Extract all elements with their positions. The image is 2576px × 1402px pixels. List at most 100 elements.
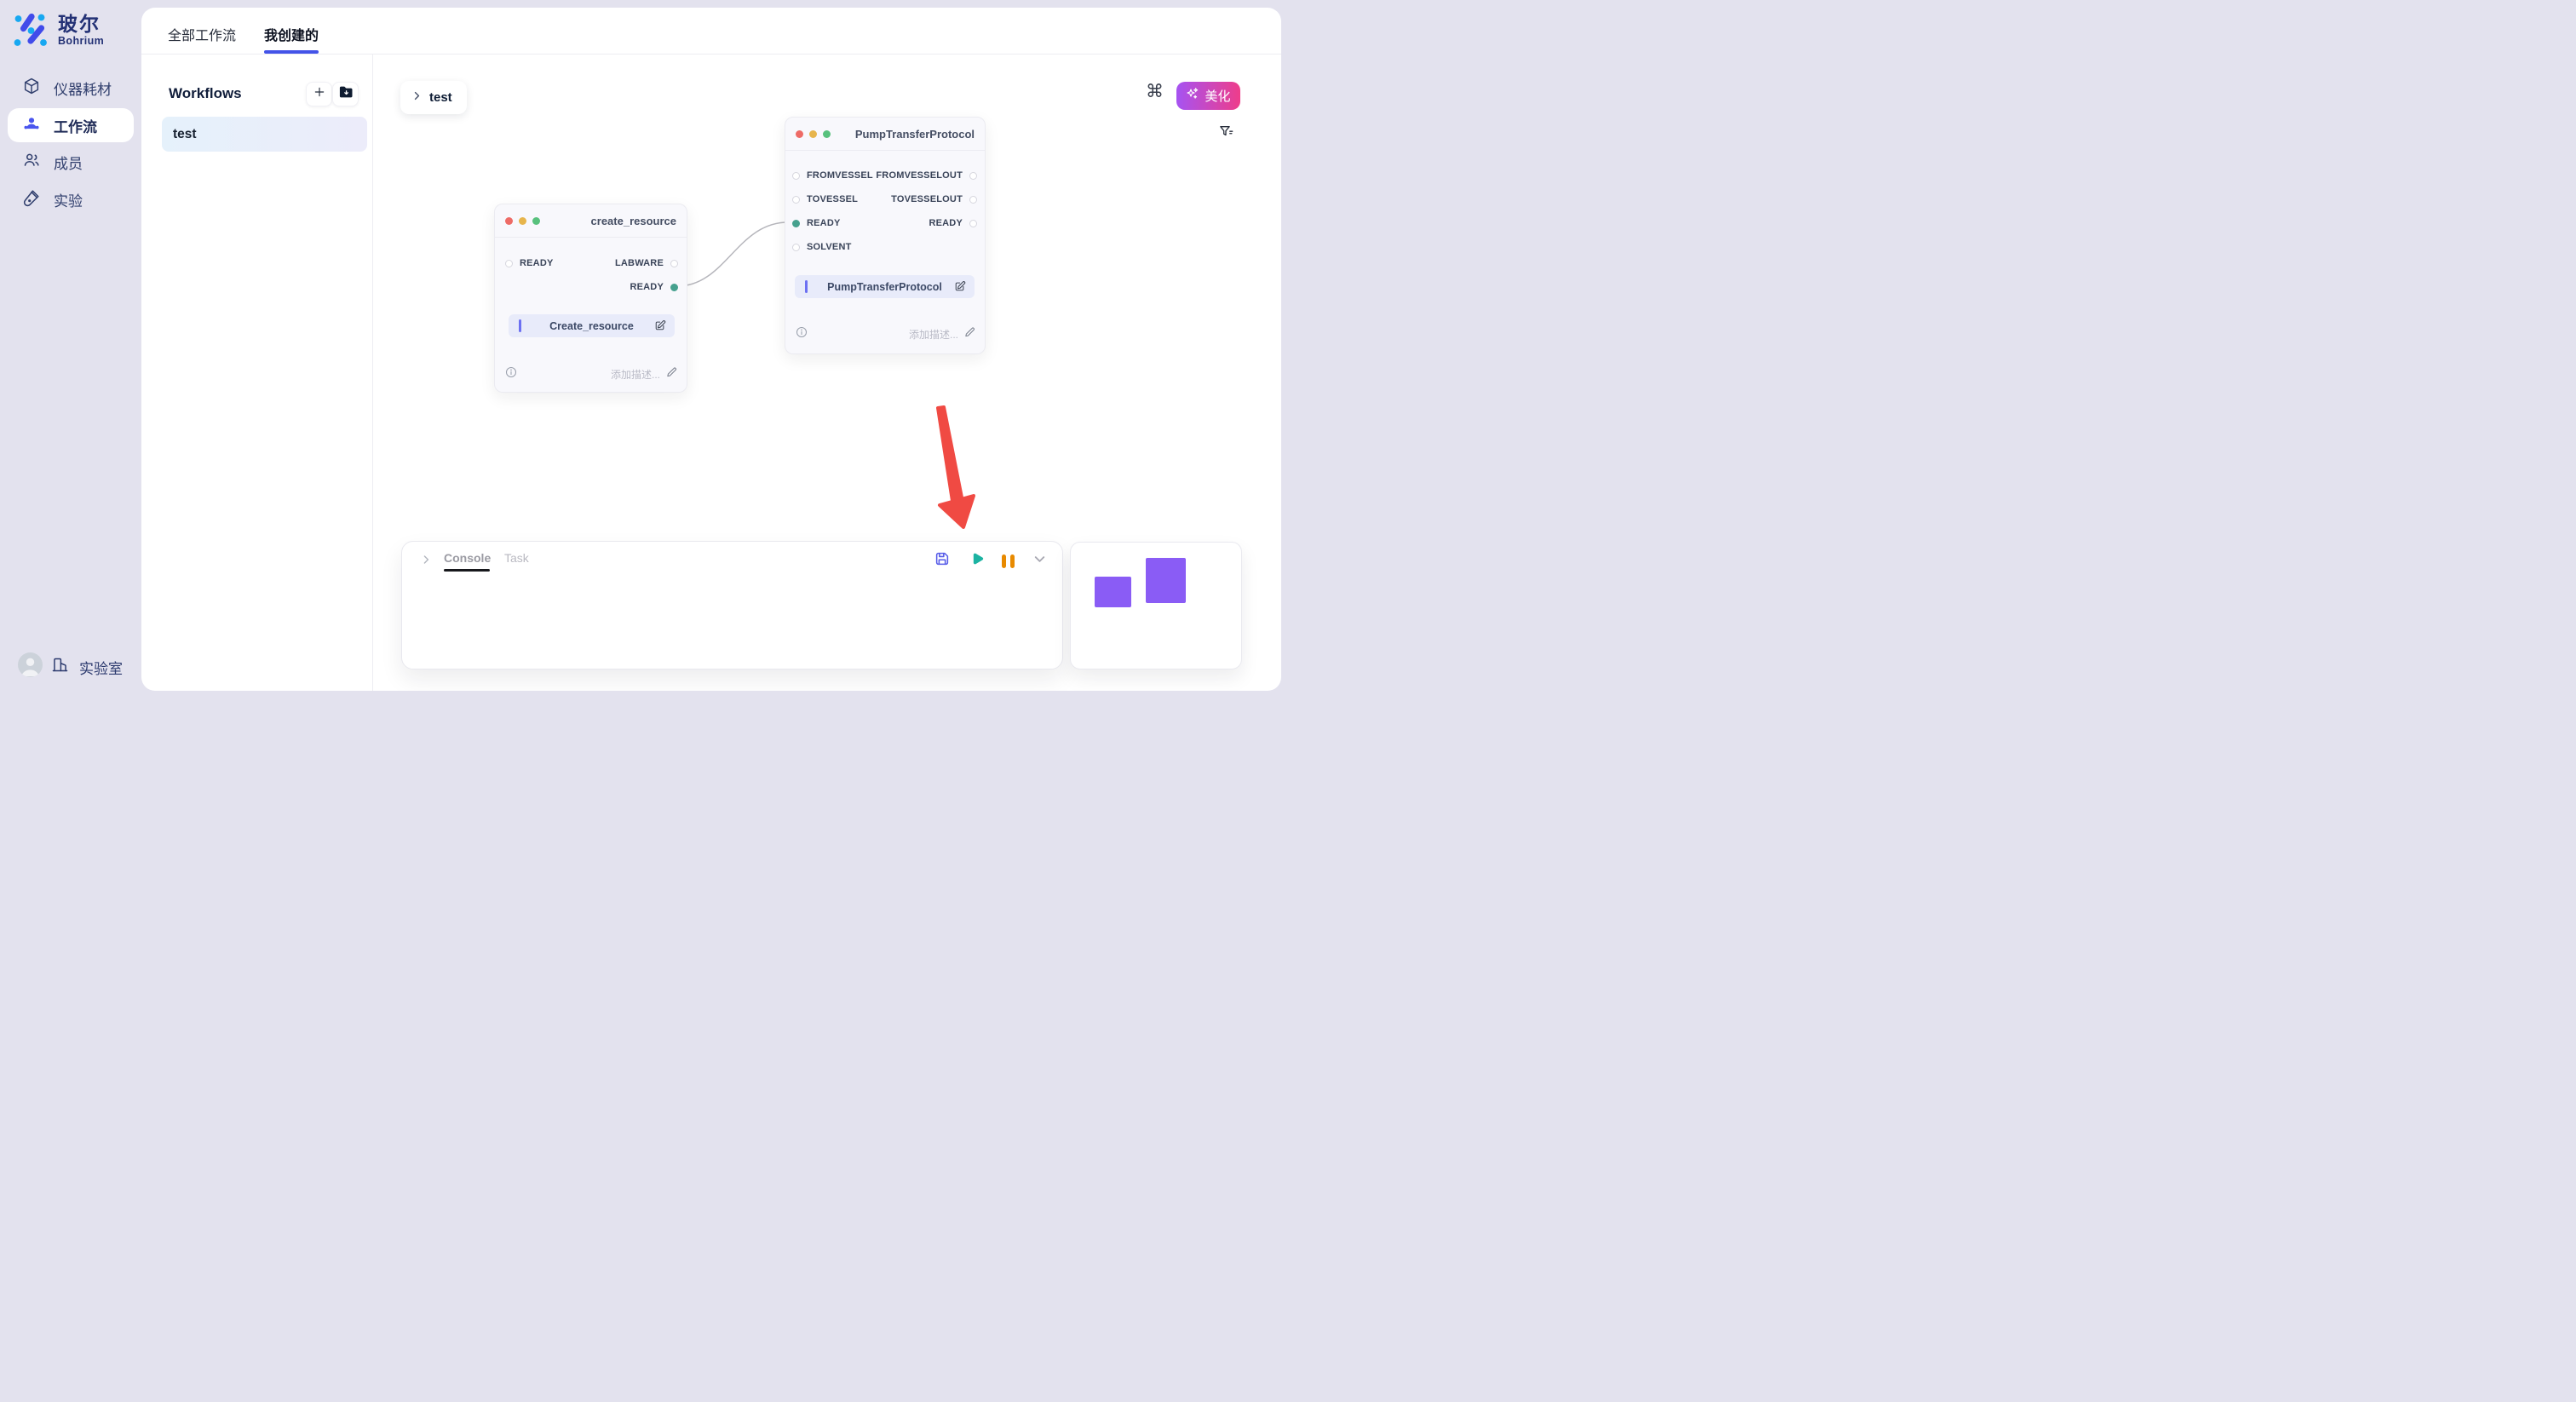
brand-name-zh: 玻尔 xyxy=(58,13,104,35)
tab-task[interactable]: Task xyxy=(504,551,529,565)
port-in-solvent[interactable]: SOLVENT xyxy=(792,242,852,252)
chevron-right-icon xyxy=(411,90,423,106)
tab-console[interactable]: Console xyxy=(444,551,491,565)
port-in-tovessel[interactable]: TOVESSEL xyxy=(792,194,858,204)
node-header: create_resource xyxy=(495,204,687,238)
action-accent-bar xyxy=(519,319,521,332)
port-label: READY xyxy=(929,218,963,228)
tab-my-created[interactable]: 我创建的 xyxy=(264,24,319,44)
breadcrumb-label: test xyxy=(429,90,452,105)
node-pump-transfer-protocol[interactable]: PumpTransferProtocol FROMVESSEL TOVESSEL… xyxy=(785,117,986,354)
port-label: READY xyxy=(630,282,664,292)
command-icon[interactable]: ⌘ xyxy=(1146,83,1164,101)
port-out-fromvesselout[interactable]: FROMVESSELOUT xyxy=(876,170,977,181)
port-circle[interactable] xyxy=(792,172,800,180)
workflow-canvas[interactable]: test ⌘ 美化 xyxy=(372,54,1281,691)
port-in-ready[interactable]: READY xyxy=(792,218,841,228)
sidebar-footer: 实验室 xyxy=(18,652,123,681)
port-label: LABWARE xyxy=(615,258,664,268)
workspace-label[interactable]: 实验室 xyxy=(79,657,123,678)
info-icon[interactable] xyxy=(505,366,517,382)
sidebar: 玻尔 Bohrium 仪器耗材 工作流 xyxy=(0,0,141,701)
folder-download-icon xyxy=(337,83,354,105)
sidebar-item-label: 实验 xyxy=(54,189,83,210)
minimap-node-create-resource xyxy=(1095,577,1131,607)
node-action-button[interactable]: PumpTransferProtocol xyxy=(795,275,975,298)
save-icon[interactable] xyxy=(934,550,951,572)
package-icon xyxy=(22,77,41,100)
dot-green-icon xyxy=(532,217,540,225)
workflow-icon xyxy=(22,114,41,137)
port-circle[interactable] xyxy=(969,196,977,204)
pause-icon[interactable] xyxy=(1002,554,1015,568)
node-action-button[interactable]: Create_resource xyxy=(509,314,675,337)
filter-icon[interactable] xyxy=(1218,124,1233,143)
port-circle-connected[interactable] xyxy=(670,284,678,291)
edit-icon[interactable] xyxy=(654,319,666,336)
port-label: READY xyxy=(807,218,841,228)
sidebar-item-experiments[interactable]: 实验 xyxy=(8,182,134,216)
chevron-right-icon[interactable] xyxy=(419,553,433,571)
building-icon xyxy=(51,655,69,679)
avatar[interactable] xyxy=(18,652,43,681)
members-icon xyxy=(22,151,41,174)
play-icon[interactable] xyxy=(968,550,985,572)
pencil-icon[interactable] xyxy=(964,326,975,342)
workflow-name: test xyxy=(173,127,197,142)
sidebar-item-label: 仪器耗材 xyxy=(54,78,112,99)
bohrium-logo-icon xyxy=(13,13,49,53)
beautify-label: 美化 xyxy=(1205,87,1230,105)
port-circle[interactable] xyxy=(670,260,678,267)
node-create-resource[interactable]: create_resource READY LABWARE READY Crea… xyxy=(494,204,687,393)
sidebar-item-label: 工作流 xyxy=(54,115,97,136)
port-out-tovesselout[interactable]: TOVESSELOUT xyxy=(891,194,977,204)
port-in-fromvessel[interactable]: FROMVESSEL xyxy=(792,170,873,181)
sidebar-item-workflow[interactable]: 工作流 xyxy=(8,108,134,142)
port-out-ready[interactable]: READY xyxy=(630,282,678,292)
pencil-icon[interactable] xyxy=(666,366,677,382)
port-circle[interactable] xyxy=(969,220,977,227)
action-label: PumpTransferProtocol xyxy=(827,281,942,293)
sidebar-item-instruments[interactable]: 仪器耗材 xyxy=(8,71,134,105)
action-accent-bar xyxy=(805,280,808,293)
experiment-icon xyxy=(22,188,41,211)
port-label: TOVESSEL xyxy=(807,194,858,204)
action-label: Create_resource xyxy=(549,320,634,332)
port-in-ready[interactable]: READY xyxy=(505,258,554,268)
port-circle[interactable] xyxy=(792,244,800,251)
sparkles-icon xyxy=(1186,87,1199,105)
workflow-tabbar: 全部工作流 我创建的 xyxy=(141,8,1281,55)
chevron-down-icon[interactable] xyxy=(1032,551,1048,572)
workflow-list-item-test[interactable]: test xyxy=(162,117,367,152)
console-actions xyxy=(934,550,1048,572)
port-out-ready[interactable]: READY xyxy=(929,218,977,228)
brand-logo: 玻尔 Bohrium xyxy=(13,13,104,53)
description-placeholder[interactable]: 添加描述... xyxy=(611,367,660,382)
port-circle-connected[interactable] xyxy=(792,220,800,227)
sidebar-item-members[interactable]: 成员 xyxy=(8,145,134,179)
node-footer: 添加描述... xyxy=(505,367,677,381)
tab-all-workflows[interactable]: 全部工作流 xyxy=(168,24,236,44)
workflows-panel: Workflows xyxy=(141,54,373,691)
breadcrumb[interactable]: test xyxy=(400,81,467,114)
beautify-button[interactable]: 美化 xyxy=(1176,82,1240,110)
brand-name-en: Bohrium xyxy=(58,35,104,47)
red-annotation-arrow xyxy=(938,407,974,527)
panel-title: Workflows xyxy=(169,85,242,102)
info-icon[interactable] xyxy=(796,326,808,342)
node-title: PumpTransferProtocol xyxy=(855,128,975,141)
minimap[interactable] xyxy=(1070,542,1242,669)
add-workflow-button[interactable] xyxy=(306,82,332,106)
minimap-node-pump-transfer xyxy=(1146,558,1186,603)
port-circle[interactable] xyxy=(969,172,977,180)
port-circle[interactable] xyxy=(505,260,513,267)
port-out-labware[interactable]: LABWARE xyxy=(615,258,678,268)
import-folder-button[interactable] xyxy=(332,82,359,106)
dot-yellow-icon xyxy=(519,217,526,225)
description-placeholder[interactable]: 添加描述... xyxy=(909,327,958,342)
dot-red-icon xyxy=(505,217,513,225)
port-label: FROMVESSEL xyxy=(807,170,873,181)
edit-icon[interactable] xyxy=(954,280,966,296)
port-label: SOLVENT xyxy=(807,242,852,252)
port-circle[interactable] xyxy=(792,196,800,204)
